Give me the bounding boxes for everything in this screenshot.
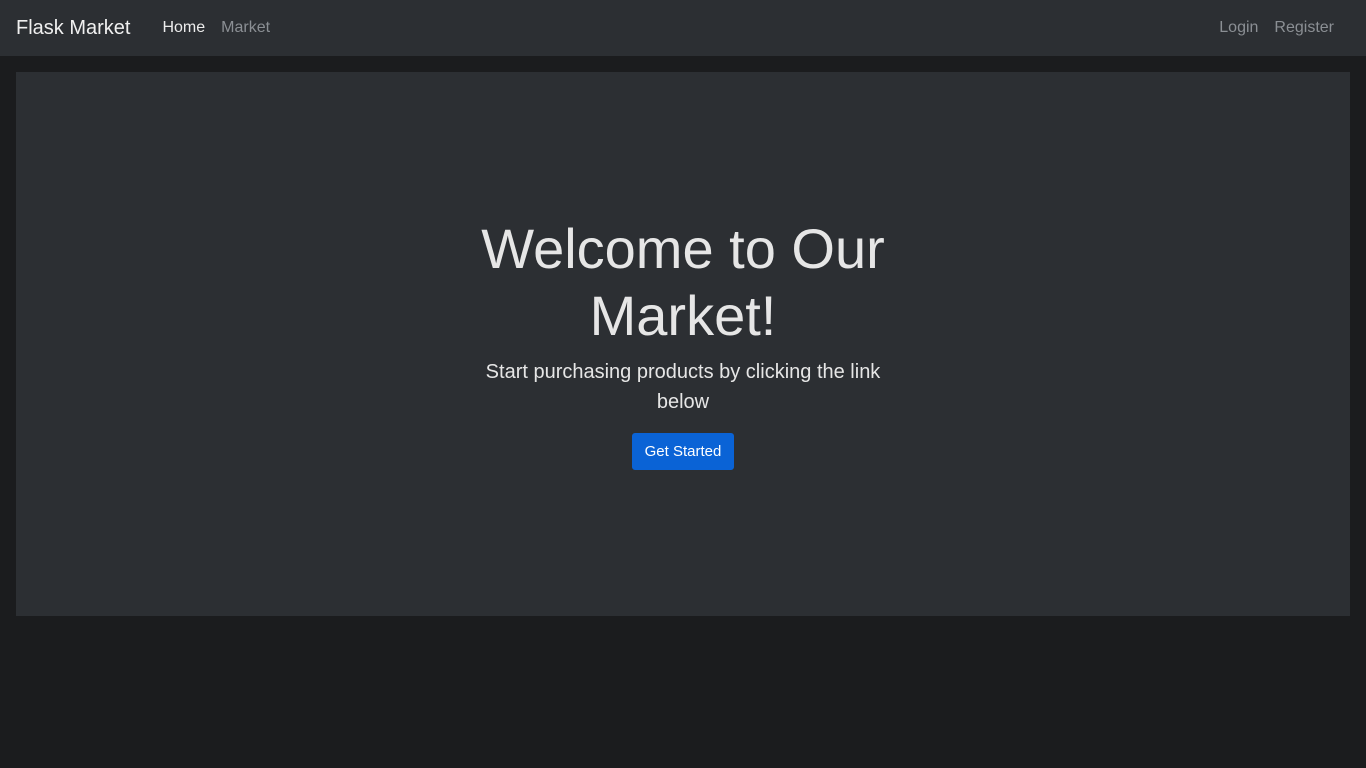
nav-link-home[interactable]: Home	[154, 11, 213, 44]
nav-link-register[interactable]: Register	[1266, 11, 1342, 44]
nav-item-market: Market	[213, 19, 278, 37]
nav-link-market[interactable]: Market	[213, 11, 278, 44]
nav-item-home: Home	[154, 19, 213, 37]
nav-item-login: Login	[1211, 19, 1266, 37]
top-navbar: Flask Market Home Market Login Register	[0, 0, 1366, 56]
primary-nav: Home Market	[154, 19, 278, 37]
nav-link-login[interactable]: Login	[1211, 11, 1266, 44]
account-nav: Login Register	[1211, 19, 1342, 37]
get-started-button[interactable]: Get Started	[631, 432, 735, 470]
hero-content: Welcome to Our Market! Start purchasing …	[473, 215, 893, 470]
hero-panel: Welcome to Our Market! Start purchasing …	[16, 72, 1350, 616]
nav-item-register: Register	[1266, 19, 1342, 37]
brand-link[interactable]: Flask Market	[16, 17, 130, 40]
hero-subtitle: Start purchasing products by clicking th…	[485, 360, 881, 413]
hero-title: Welcome to Our Market!	[481, 216, 885, 347]
